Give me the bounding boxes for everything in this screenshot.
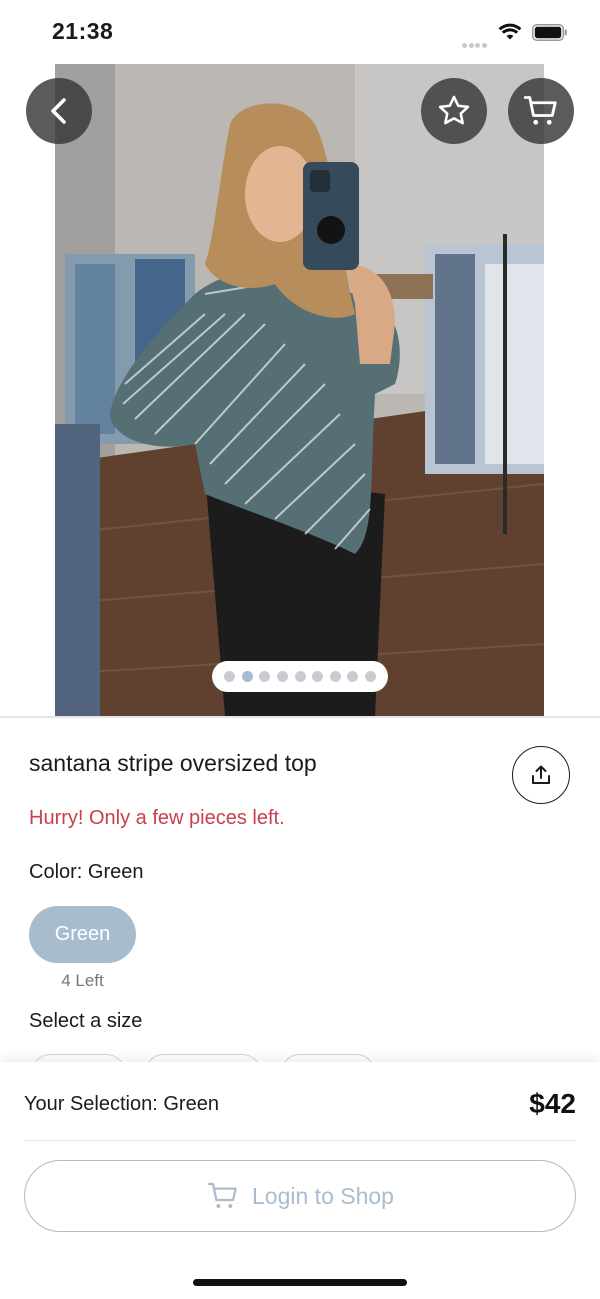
home-indicator (193, 1279, 407, 1286)
star-icon (438, 95, 470, 125)
color-label-value: Green (87, 861, 144, 883)
divider (0, 716, 600, 718)
signal-icon (462, 35, 488, 48)
back-button[interactable] (26, 78, 92, 144)
divider (24, 1140, 576, 1141)
color-label-key: Color: (29, 861, 83, 883)
pager-dot[interactable] (329, 671, 341, 682)
status-time: 21:38 (52, 18, 114, 44)
favorite-button[interactable] (421, 78, 487, 144)
wifi-icon (498, 23, 522, 40)
battery-icon (532, 24, 567, 41)
pager-dot[interactable] (312, 671, 324, 682)
pager-dot[interactable] (276, 671, 288, 682)
share-icon (532, 765, 550, 784)
size-label: Select a size (29, 1010, 143, 1032)
product-title: santana stripe oversized top (29, 750, 317, 776)
cart-button[interactable] (508, 78, 574, 144)
share-button[interactable] (512, 746, 570, 804)
login-button-label: Login to Shop (252, 1182, 394, 1209)
stock-warning: Hurry! Only a few pieces left. (29, 807, 285, 829)
selection-summary: Your Selection: Green (24, 1093, 219, 1115)
login-to-shop-button[interactable]: Login to Shop (24, 1160, 576, 1232)
cart-icon (523, 96, 557, 125)
pager-dot[interactable] (364, 671, 376, 682)
image-pager[interactable] (212, 661, 388, 692)
product-image[interactable] (55, 64, 544, 716)
pager-dot[interactable] (347, 671, 359, 682)
checkout-bar: Your Selection: Green $42 Login to Shop (0, 1062, 600, 1299)
color-label: Color: Green (29, 861, 144, 884)
cart-icon (207, 1182, 237, 1208)
color-option-green[interactable]: Green (29, 906, 136, 963)
pager-dot[interactable] (224, 671, 236, 682)
chevron-left-icon (51, 98, 66, 124)
pager-dot[interactable] (294, 671, 306, 682)
price: $42 (529, 1088, 576, 1119)
status-bar: 21:38 (0, 0, 600, 64)
pager-dot[interactable] (241, 671, 253, 682)
color-option-stock: 4 Left (61, 971, 104, 990)
pager-dot[interactable] (259, 671, 271, 682)
